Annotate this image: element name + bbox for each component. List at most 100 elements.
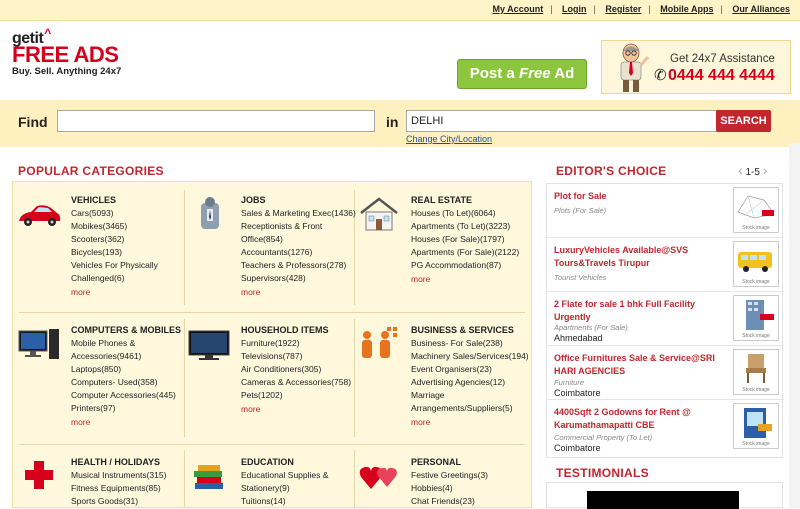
change-city-link[interactable]: Change City/Location [406, 134, 492, 144]
separator: | [720, 4, 723, 14]
popular-categories-heading: POPULAR CATEGORIES [18, 164, 164, 178]
more-link[interactable]: more [71, 416, 189, 429]
site-logo[interactable]: getit^ FREE ADS Buy. Sell. Anything 24x7 [12, 26, 152, 90]
subcategory-link[interactable]: Air Conditioners(305) [241, 363, 359, 376]
subcategory-link[interactable]: Tuitions(14) [241, 495, 359, 508]
category-title[interactable]: HOUSEHOLD ITEMS [241, 325, 359, 335]
testimonials-panel [546, 482, 783, 509]
subcategory-link[interactable]: Furniture(1922) [241, 337, 359, 350]
subcategory-link[interactable]: Scooters(362) [71, 233, 189, 246]
ad-location: Ahmedabad [554, 333, 603, 343]
subcategory-link[interactable]: Musical Instruments(315) [71, 469, 189, 482]
ad-thumbnail[interactable]: Stock image [733, 241, 779, 287]
category-title[interactable]: BUSINESS & SERVICES [411, 325, 529, 335]
subcategory-link[interactable]: Business- For Sale(238) [411, 337, 529, 350]
ad-thumbnail[interactable]: Stock image [733, 349, 779, 395]
editor-item[interactable]: LuxuryVehicles Available@SVS Tours&Trave… [547, 238, 784, 292]
logo-free-ads: FREE ADS [12, 42, 119, 67]
subcategory-link[interactable]: Houses (For Sale)(1797) [411, 233, 529, 246]
testimonial-media[interactable] [587, 491, 739, 509]
subcategory-link[interactable]: Mobile Phones & Accessories(9461) [71, 337, 189, 363]
subcategory-link[interactable]: Event Organisers(23) [411, 363, 529, 376]
post-free-ad-button[interactable]: Post a Free Ad [457, 59, 587, 89]
category-title[interactable]: PERSONAL [411, 457, 529, 467]
computer-icon [18, 329, 59, 359]
editor-item[interactable]: 2 Flate for sale 1 bhk Full Facility Urg… [547, 292, 784, 346]
mobile-apps-link[interactable]: Mobile Apps [660, 4, 713, 14]
ad-title[interactable]: 4400Sqft 2 Godowns for Rent @ Karumatham… [554, 406, 724, 432]
hearts-icon [359, 466, 397, 489]
assistance-banner[interactable]: Get 24x7 Assistance ✆ 0444 444 4444 [601, 40, 791, 94]
subcategory-link[interactable]: Sports Goods(31) [71, 495, 189, 508]
subcategory-link[interactable]: Sales & Marketing Exec(1436) [241, 207, 359, 220]
subcategory-link[interactable]: Teachers & Professors(278) [241, 259, 359, 272]
more-link[interactable]: more [241, 286, 359, 299]
more-link[interactable]: more [411, 273, 529, 286]
assistance-title: Get 24x7 Assistance [670, 53, 775, 65]
ad-title[interactable]: Office Furnitures Sale & Service@SRI HAR… [554, 352, 724, 378]
search-button[interactable]: SEARCH [716, 110, 771, 132]
subcategory-link[interactable]: Receptionists & Front Office(854) [241, 220, 359, 246]
subcategory-link[interactable]: Printers(97) [71, 402, 189, 415]
subcategory-link[interactable]: Marriage Arrangements/Suppliers(5) [411, 389, 529, 415]
editor-item[interactable]: Office Furnitures Sale & Service@SRI HAR… [547, 346, 784, 400]
ad-thumbnail[interactable]: Stock image [733, 403, 779, 449]
prev-arrow-icon[interactable]: ‹ [738, 162, 743, 178]
category-title[interactable]: EDUCATION [241, 457, 359, 467]
subcategory-link[interactable]: Supervisors(428) [241, 272, 359, 285]
subcategory-link[interactable]: Advertising Agencies(12) [411, 376, 529, 389]
separator: | [550, 4, 553, 14]
more-link[interactable]: more [71, 286, 189, 299]
subcategory-link[interactable]: Apartments (For Sale)(2122) [411, 246, 529, 259]
subcategory-link[interactable]: Mobikes(3465) [71, 220, 189, 233]
subcategory-link[interactable]: Pets(1202) [241, 389, 359, 402]
editor-item[interactable]: Plot for Sale Plots (For Sale) Stock ima… [547, 184, 784, 238]
ad-title[interactable]: 2 Flate for sale 1 bhk Full Facility Urg… [554, 298, 724, 324]
more-link[interactable]: more [241, 403, 359, 416]
subcategory-link[interactable]: Festive Greetings(3) [411, 469, 529, 482]
login-link[interactable]: Login [562, 4, 587, 14]
ad-location: Coimbatore [554, 388, 601, 398]
ad-thumbnail[interactable]: Stock image [733, 187, 779, 233]
subcategory-link[interactable]: Cameras & Accessories(758) [241, 376, 359, 389]
ad-title[interactable]: Plot for Sale [554, 190, 724, 203]
in-label: in [386, 114, 399, 130]
subcategory-link[interactable]: Apartments (To Let)(3223) [411, 220, 529, 233]
scrollbar[interactable] [789, 143, 800, 508]
subcategory-link[interactable]: Televisions(787) [241, 350, 359, 363]
subcategory-link[interactable]: Computers- Used(358) [71, 376, 189, 389]
editor-item[interactable]: 4400Sqft 2 Godowns for Rent @ Karumatham… [547, 400, 784, 454]
city-input[interactable] [406, 110, 718, 132]
our-alliances-link[interactable]: Our Alliances [732, 4, 790, 14]
category-title[interactable]: COMPUTERS & MOBILES [71, 325, 189, 335]
subcategory-link[interactable]: Machinery Sales/Services(194) [411, 350, 529, 363]
subcategory-link[interactable]: PG Accommodation(87) [411, 259, 529, 272]
next-arrow-icon[interactable]: › [763, 162, 768, 178]
more-link[interactable]: more [411, 416, 529, 429]
category-title[interactable]: REAL ESTATE [411, 195, 529, 205]
logo-tagline: Buy. Sell. Anything 24x7 [12, 66, 122, 77]
category-title[interactable]: VEHICLES [71, 195, 189, 205]
subcategory-link[interactable]: Houses (To Let)(6064) [411, 207, 529, 220]
subcategory-link[interactable]: Laptops(850) [71, 363, 189, 376]
subcategory-link[interactable]: Computer Accessories(445) [71, 389, 189, 402]
subcategory-link[interactable]: Vehicles For Physically Challenged(6) [71, 259, 189, 285]
subcategory-link[interactable]: Bicycles(193) [71, 246, 189, 259]
subcategory-link[interactable]: Hobbies(4) [411, 482, 529, 495]
register-link[interactable]: Register [605, 4, 641, 14]
category-title[interactable]: JOBS [241, 195, 359, 205]
ad-thumbnail[interactable]: Stock image [733, 295, 779, 341]
category-title[interactable]: HEALTH / HOLIDAYS [71, 457, 189, 467]
my-account-link[interactable]: My Account [493, 4, 544, 14]
subcategory-link[interactable]: Accountants(1276) [241, 246, 359, 259]
ad-title[interactable]: LuxuryVehicles Available@SVS Tours&Trave… [554, 244, 724, 270]
subcategory-link[interactable]: Cars(5093) [71, 207, 189, 220]
subcategory-link[interactable]: Educational Supplies & Stationery(9) [241, 469, 359, 495]
business-people-icon [362, 327, 397, 358]
subcategory-link[interactable]: Chat Friends(23) [411, 495, 529, 508]
ad-category: Commercial Property (To Let) [554, 433, 653, 442]
subcategory-link[interactable]: Fitness Equipments(85) [71, 482, 189, 495]
find-input[interactable] [57, 110, 375, 132]
bus-icon [738, 252, 772, 272]
chair-icon [746, 354, 766, 383]
